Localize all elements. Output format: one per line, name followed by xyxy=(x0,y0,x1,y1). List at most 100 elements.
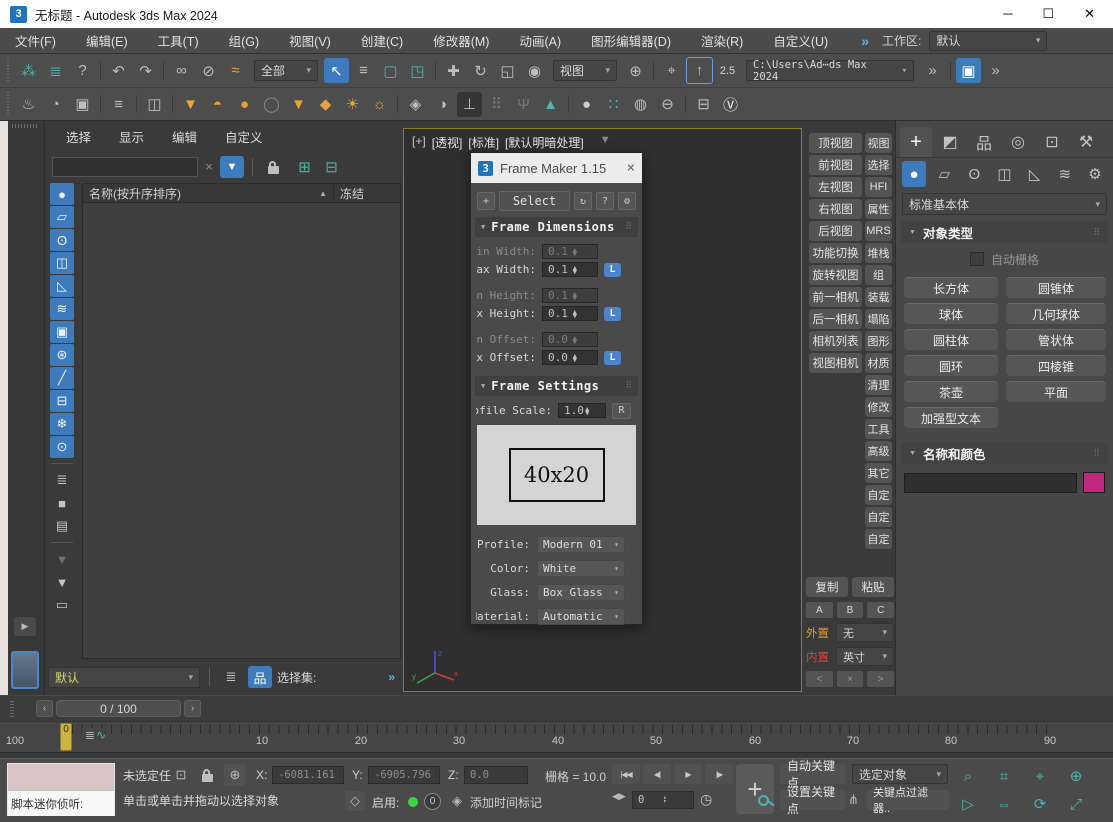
hierarchy-tab[interactable]: 品 xyxy=(968,127,1000,157)
cameras-category-icon[interactable]: ◫ xyxy=(992,161,1016,187)
select-object-icon[interactable]: ↖ xyxy=(324,58,349,83)
minimize-button[interactable]: ─ xyxy=(1003,6,1012,22)
object-button[interactable]: 加强型文本 xyxy=(904,407,998,428)
select-by-name-icon[interactable]: ≡ xyxy=(351,58,376,83)
auto-key-button[interactable]: 自动关键点 xyxy=(780,764,846,784)
move-icon[interactable]: ✚ xyxy=(441,58,466,83)
hierarchy-icon[interactable]: 品 xyxy=(248,666,272,688)
object-name-input[interactable] xyxy=(904,473,1077,493)
filter-spacewarps-icon[interactable]: ≋ xyxy=(50,298,74,320)
scene-undo-explorer-icon[interactable]: ⁂ xyxy=(16,58,41,83)
quad-button[interactable]: 功能切换 xyxy=(809,243,862,263)
shield-icon[interactable]: ◇ xyxy=(345,791,365,811)
settings-gear-icon[interactable]: ⚙ xyxy=(618,192,636,210)
reset-button[interactable]: R xyxy=(612,403,631,419)
spinner-field[interactable]: 0.0 xyxy=(542,350,598,365)
spinner-arrows-icon[interactable] xyxy=(572,248,596,256)
detail-view-icon[interactable]: ▤ xyxy=(50,515,74,537)
dropdown-select[interactable]: White xyxy=(537,560,625,577)
link-button[interactable]: L xyxy=(604,307,621,321)
add-time-tag[interactable]: 添加时间标记 xyxy=(470,794,542,811)
pivot-center-icon[interactable]: ⊕ xyxy=(623,58,648,83)
shapes-category-icon[interactable]: ▱ xyxy=(932,161,956,187)
time-configuration-icon[interactable]: ◷ xyxy=(700,791,712,808)
motion-tab[interactable]: ◎ xyxy=(1002,127,1034,157)
undo-icon[interactable]: ↶ xyxy=(106,58,131,83)
nav-button[interactable]: < xyxy=(806,671,833,687)
dialog-close-icon[interactable]: × xyxy=(627,160,635,176)
timeline-grip[interactable] xyxy=(10,701,14,717)
current-frame-field[interactable]: 0 xyxy=(632,791,694,809)
profile-scale-field[interactable]: 1.0 xyxy=(558,403,606,418)
unlink-icon[interactable]: ⊘ xyxy=(196,58,221,83)
object-button[interactable]: 几何球体 xyxy=(1006,303,1106,324)
layers-icon[interactable]: ≣ xyxy=(219,666,243,688)
search-filter-icon[interactable]: ▼ xyxy=(220,156,244,178)
internal-dropdown[interactable]: 英寸 xyxy=(836,647,894,666)
freeze-column-header[interactable]: 冻结 xyxy=(334,184,400,202)
quad-button[interactable]: 堆栈 xyxy=(865,243,892,263)
layer-list-icon[interactable]: ≡ xyxy=(106,92,131,117)
quad-button[interactable]: 修改 xyxy=(865,397,892,417)
toolbar-overflow-icon[interactable]: » xyxy=(920,58,945,83)
dome-light-icon[interactable]: ◓ xyxy=(205,92,230,117)
footer-overflow-icon[interactable]: » xyxy=(388,670,398,684)
quad-button[interactable]: 组 xyxy=(865,265,892,285)
quad-button[interactable]: 自定 xyxy=(865,507,892,527)
pan-icon[interactable]: ⇔ xyxy=(991,791,1017,817)
zoom-extents-icon[interactable]: ⌖ xyxy=(1027,763,1053,789)
filter-bones-icon[interactable]: ╱ xyxy=(50,367,74,389)
systems-category-icon[interactable]: ⚙ xyxy=(1083,161,1107,187)
dialog-title-bar[interactable]: 3 Frame Maker 1.15 × xyxy=(471,153,642,183)
name-column-header[interactable]: 名称(按升序排序) ▲ xyxy=(83,184,334,202)
external-dropdown[interactable]: 无 xyxy=(836,623,894,642)
select-link-icon[interactable]: ∞ xyxy=(169,58,194,83)
sphere-light-icon[interactable]: ● xyxy=(232,92,257,117)
selected-object-dropdown[interactable]: 选定对象 xyxy=(852,764,948,784)
ies-light-icon[interactable]: ◆ xyxy=(313,92,338,117)
help-icon[interactable]: ? xyxy=(70,58,95,83)
quad-button[interactable]: 属性 xyxy=(865,199,892,219)
menu-item[interactable]: 文件(F) xyxy=(0,31,71,50)
nav-button[interactable]: × xyxy=(837,671,864,687)
name-color-rollout[interactable]: 名称和颜色 xyxy=(901,442,1108,464)
filter-containers-icon[interactable]: ⊟ xyxy=(50,390,74,412)
paste-button[interactable]: 粘贴 xyxy=(852,577,894,597)
object-button[interactable]: 四棱锥 xyxy=(1006,355,1106,376)
quad-button[interactable]: 装载 xyxy=(865,287,892,307)
close-button[interactable]: ✕ xyxy=(1084,6,1095,22)
viewport-shading-label[interactable]: [默认明暗处理] xyxy=(505,134,584,151)
fov-icon[interactable]: ▷ xyxy=(955,791,981,817)
spinner-field[interactable]: 0.1 xyxy=(542,244,598,259)
material-editor-icon[interactable]: ● xyxy=(574,92,599,117)
maximize-viewport-icon[interactable]: ⤢ xyxy=(1063,791,1089,817)
coord-system-dropdown[interactable]: 视图 xyxy=(553,60,617,81)
select-manipulate-icon[interactable]: ↑ xyxy=(686,57,713,84)
tree-collapse-icon[interactable]: ⊟ xyxy=(319,154,344,179)
key-filters-button[interactable]: 关键点过滤器.. xyxy=(866,790,950,810)
notification-badge[interactable]: 0 xyxy=(424,793,441,810)
quad-button[interactable]: 工具 xyxy=(865,419,892,439)
previous-frame-button[interactable]: ‹ xyxy=(36,700,53,717)
display-properties-icon[interactable]: ⊟ xyxy=(691,92,716,117)
rect-selection-icon[interactable]: ▢ xyxy=(378,58,403,83)
next-frame-icon[interactable]: |▶ xyxy=(705,764,733,784)
frame-stepper-icon[interactable]: ◀▶ xyxy=(612,791,626,802)
spinner-arrows-icon[interactable] xyxy=(572,292,596,300)
object-type-rollout[interactable]: 对象类型 xyxy=(901,221,1108,243)
quad-button[interactable]: 相机列表 xyxy=(809,331,862,351)
spinner-field[interactable]: 0.0 xyxy=(542,332,598,347)
quad-button[interactable]: 左视图 xyxy=(809,177,862,197)
quad-button[interactable]: 图形 xyxy=(865,331,892,351)
menu-item[interactable]: 视图(V) xyxy=(274,31,346,50)
spinner-arrows-icon[interactable] xyxy=(572,354,596,362)
filter-shapes-icon[interactable]: ▱ xyxy=(50,206,74,228)
physical-camera-icon[interactable]: ◫ xyxy=(142,92,167,117)
quad-button[interactable]: 前视图 xyxy=(809,155,862,175)
filter-funnel-icon[interactable]: ▼ xyxy=(50,571,74,593)
maxscript-mini-listener[interactable]: 脚本迷你侦听: xyxy=(7,763,115,816)
project-folder-dropdown[interactable]: C:\Users\Ad⋯ds Max 2024 xyxy=(746,60,914,81)
create-tab[interactable]: + xyxy=(900,127,932,157)
key-mode-icon[interactable]: ⋔ xyxy=(848,792,859,808)
spinner-arrows-icon[interactable] xyxy=(572,336,596,344)
